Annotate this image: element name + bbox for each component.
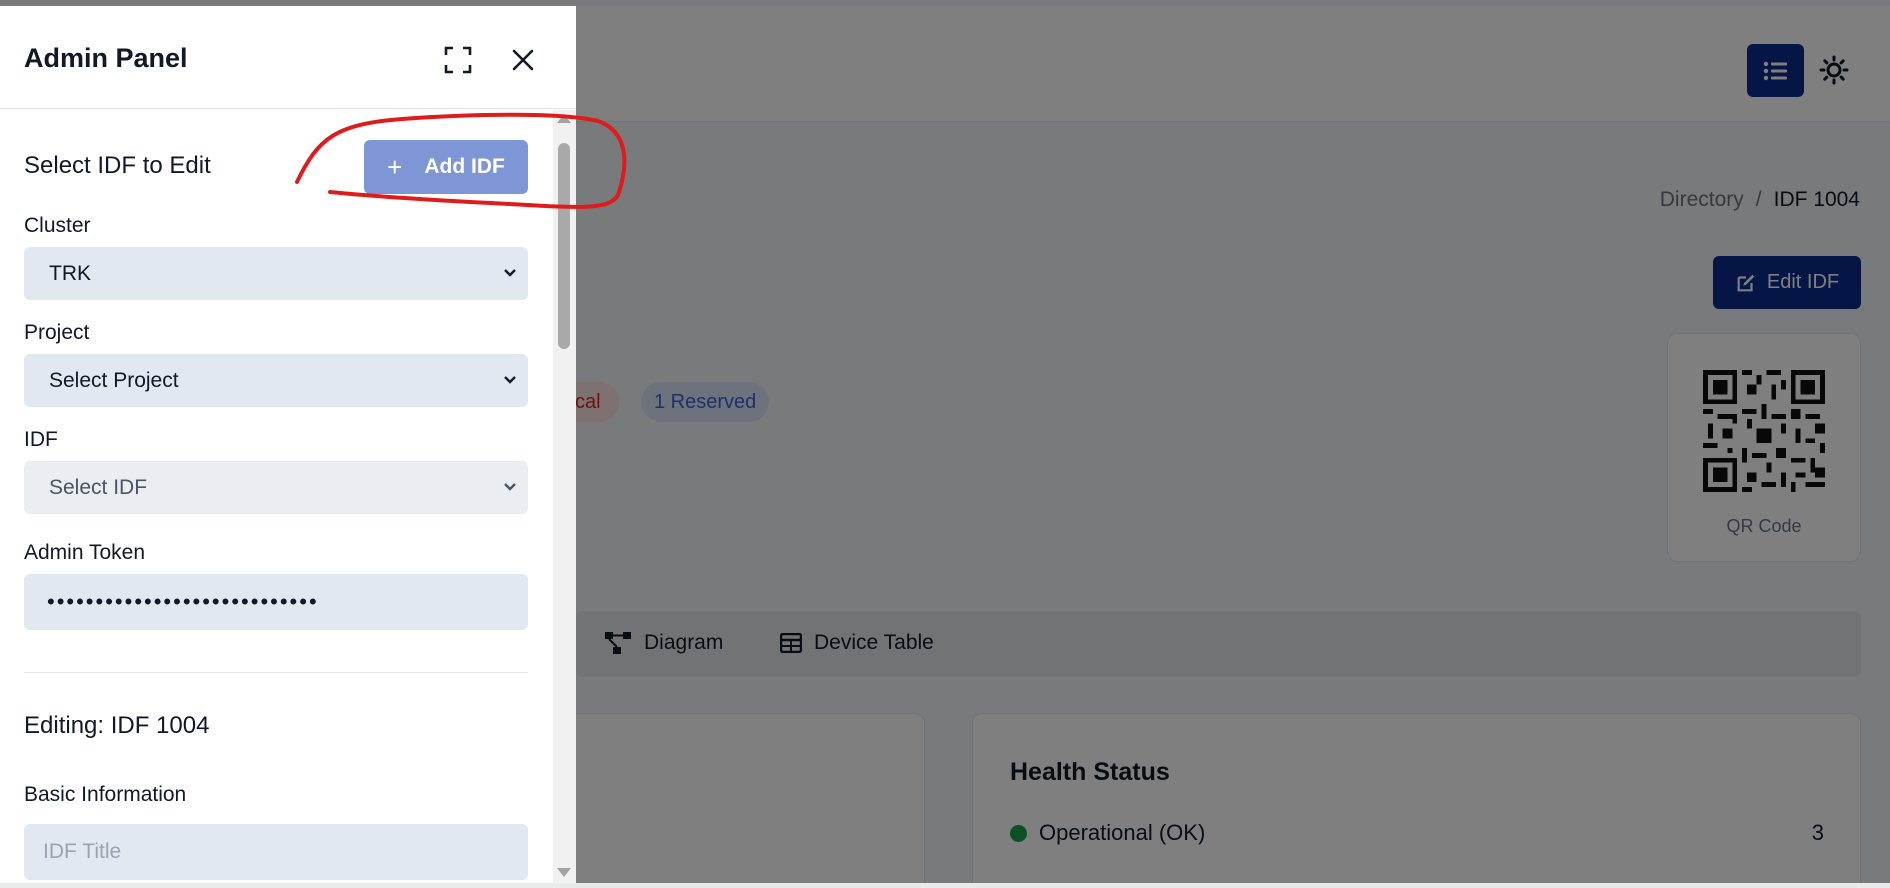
basic-information-label: Basic Information — [24, 783, 187, 806]
chevron-down-icon — [504, 376, 516, 384]
idf-label: IDF — [24, 428, 58, 451]
scroll-down-arrow-icon[interactable] — [557, 868, 571, 877]
project-select-value: Select Project — [49, 368, 179, 392]
cluster-select-value: TRK — [49, 261, 91, 285]
admin-panel-body: Select IDF to Edit + Add IDF Cluster TRK… — [0, 110, 552, 883]
chevron-down-icon — [504, 483, 516, 491]
close-button[interactable] — [505, 42, 541, 78]
cluster-label: Cluster — [24, 214, 91, 237]
admin-panel-header: Admin Panel — [0, 6, 576, 109]
section-divider — [24, 672, 528, 673]
project-label: Project — [24, 321, 90, 344]
select-idf-heading: Select IDF to Edit — [24, 152, 211, 179]
window-bottom-edge — [0, 883, 1890, 888]
admin-panel: Admin Panel Select IDF to Edit + Add IDF… — [0, 6, 576, 883]
expand-button[interactable] — [440, 42, 476, 78]
panel-scrollbar[interactable] — [553, 110, 576, 883]
cluster-select[interactable]: TRK — [24, 247, 528, 300]
admin-token-label: Admin Token — [24, 541, 146, 564]
admin-panel-title: Admin Panel — [24, 43, 188, 73]
close-icon — [512, 49, 534, 71]
plus-icon: + — [387, 151, 403, 182]
expand-icon — [444, 46, 472, 74]
project-select[interactable]: Select Project — [24, 354, 528, 407]
add-idf-label: Add IDF — [424, 155, 505, 178]
scroll-up-arrow-icon[interactable] — [557, 114, 571, 123]
admin-token-input[interactable]: •••••••••••••••••••••••••••• — [24, 574, 528, 630]
idf-select[interactable]: Select IDF — [24, 461, 528, 514]
chevron-down-icon — [504, 269, 516, 277]
idf-title-input[interactable]: IDF Title — [24, 824, 528, 880]
scroll-thumb[interactable] — [558, 143, 570, 349]
idf-select-value: Select IDF — [49, 475, 148, 499]
add-idf-button[interactable]: + Add IDF — [364, 140, 528, 194]
editing-heading: Editing: IDF 1004 — [24, 712, 210, 739]
